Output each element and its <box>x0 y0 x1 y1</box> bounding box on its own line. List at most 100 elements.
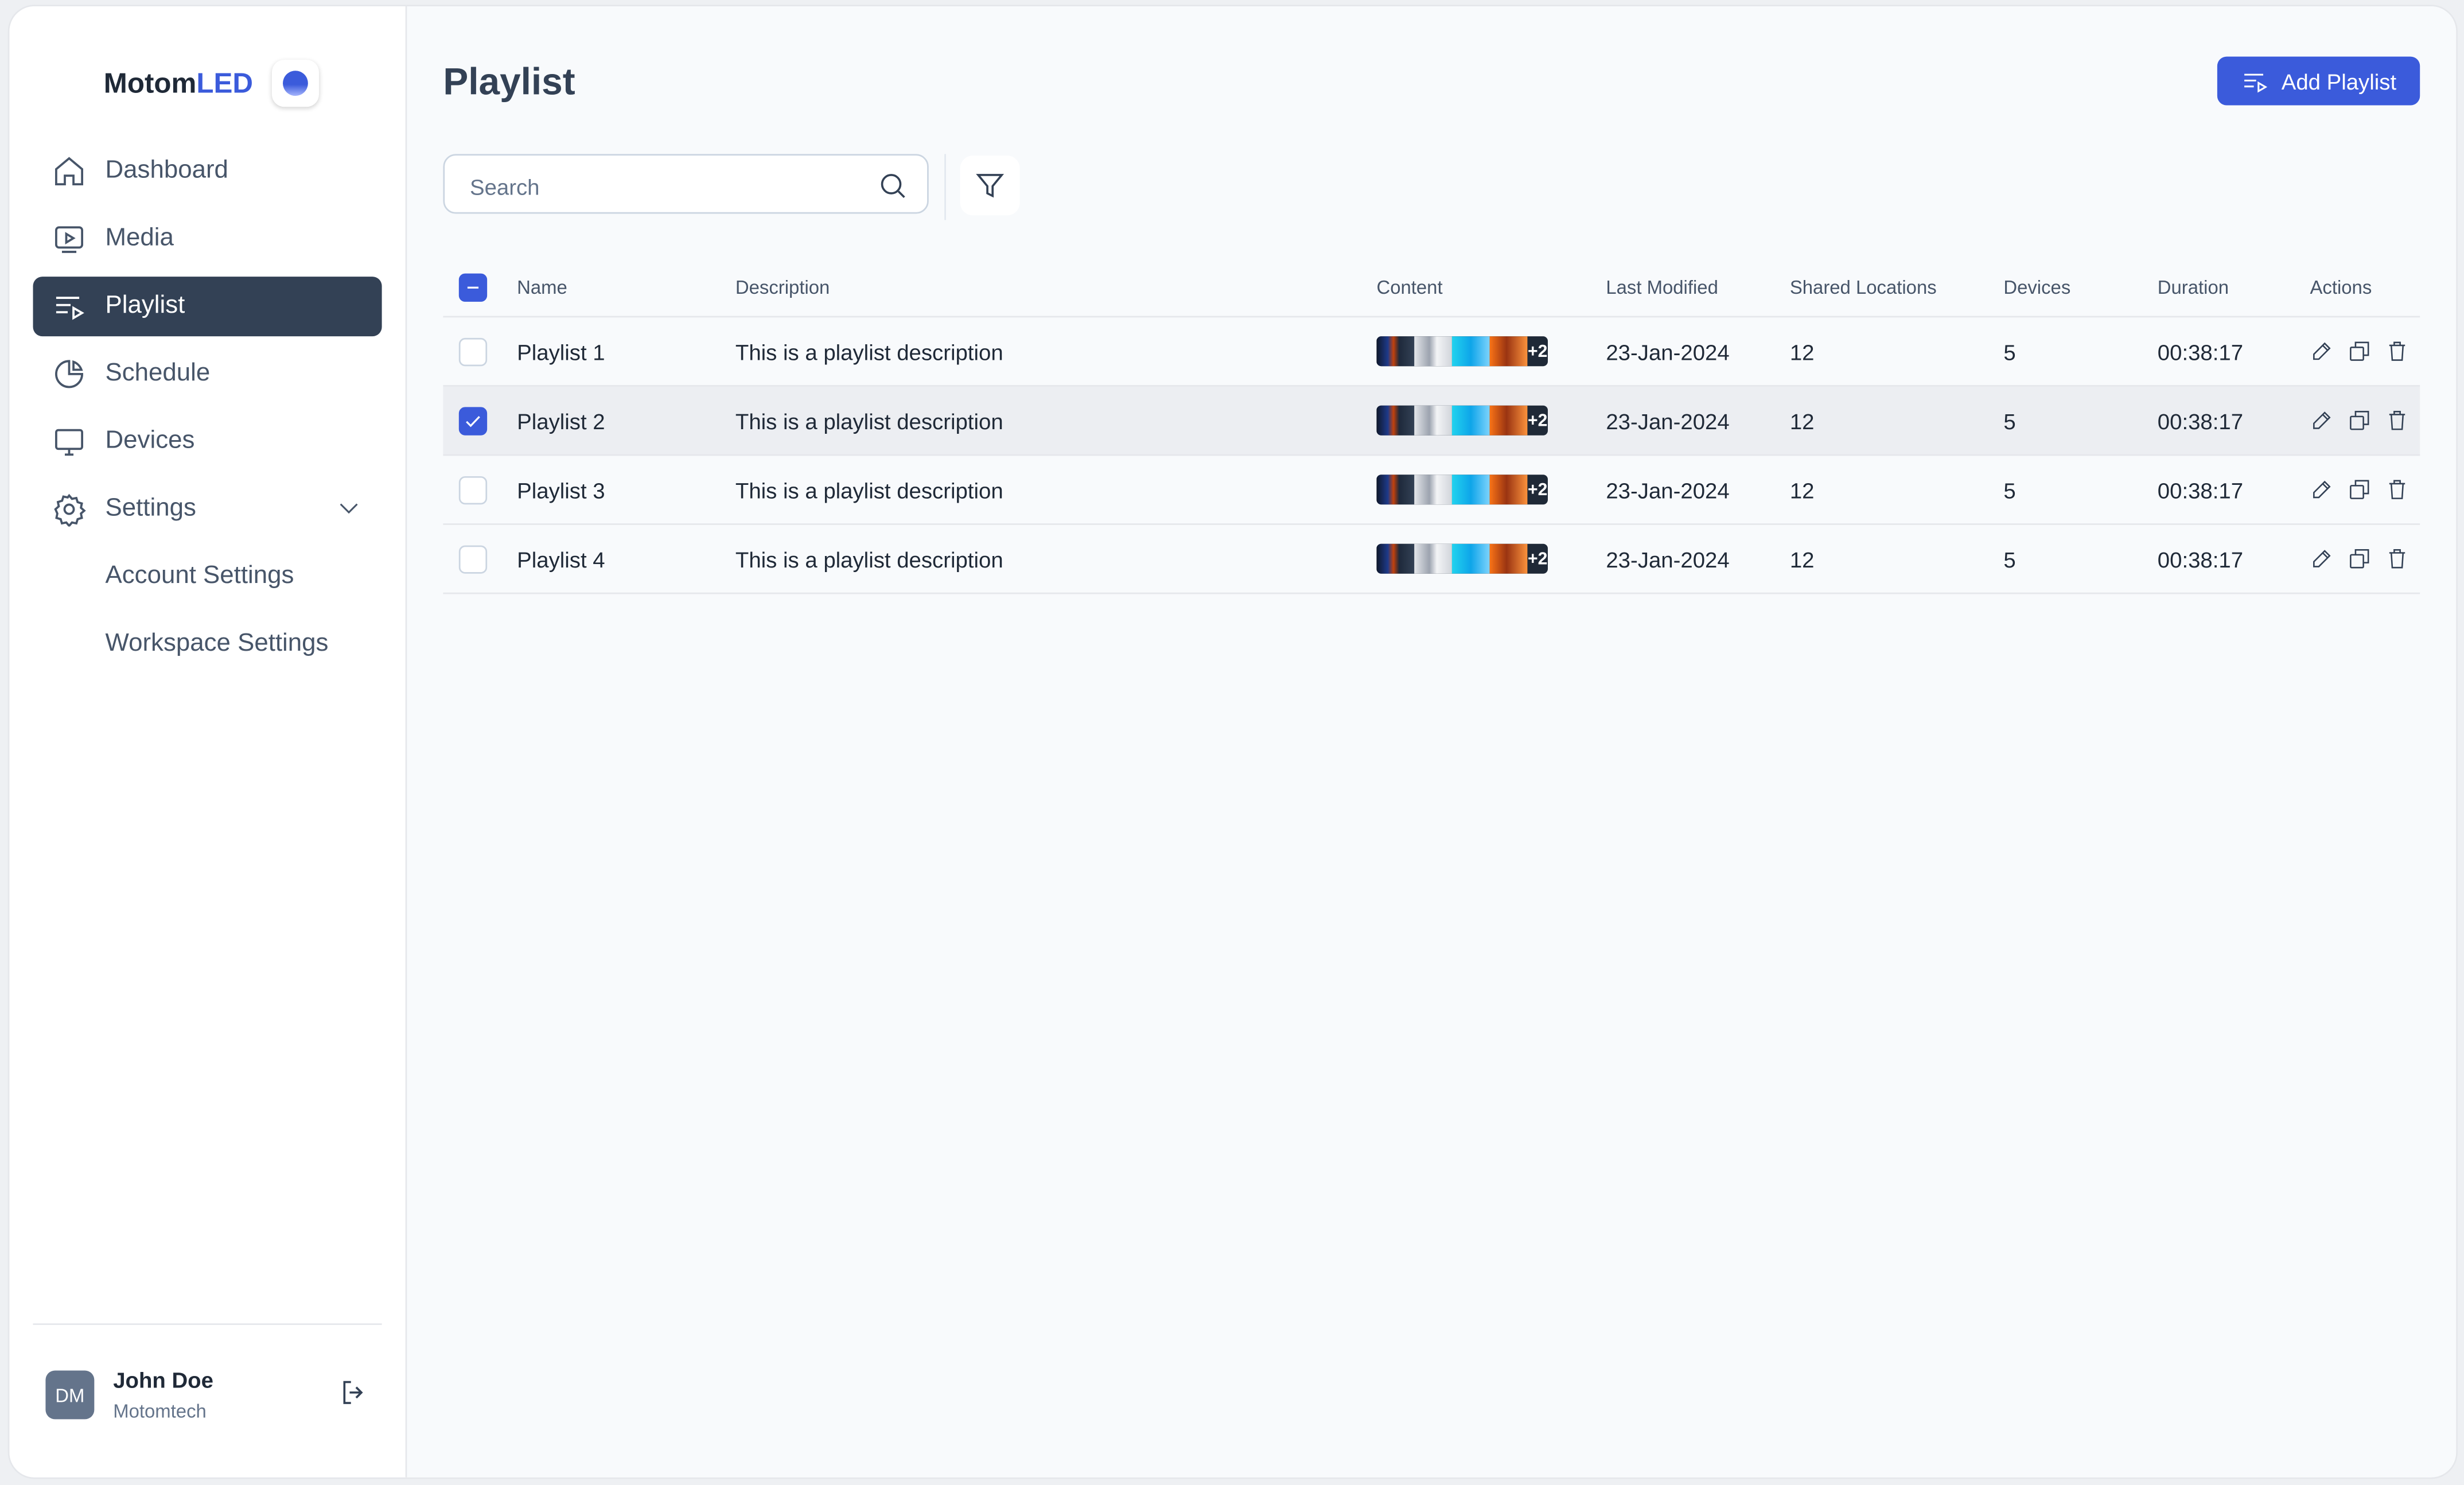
sidebar-item-dashboard[interactable]: Dashboard <box>33 142 382 201</box>
sidebar-item-label: Media <box>105 224 174 252</box>
filter-button[interactable] <box>960 156 1020 216</box>
row-content[interactable]: +2 <box>1376 387 1548 454</box>
content-more-count: +2 <box>1528 411 1548 430</box>
duplicate-icon[interactable] <box>2348 340 2371 363</box>
search-icon[interactable] <box>877 170 908 201</box>
add-playlist-label: Add Playlist <box>2281 68 2397 94</box>
user-text: John Doe Motomtech <box>113 1367 213 1422</box>
content-thumbnail-image <box>1451 543 1490 574</box>
chevron-down-icon[interactable] <box>334 493 363 522</box>
content-thumbnails: +2 <box>1376 475 1548 505</box>
table-row[interactable]: Playlist 2 This is a playlist descriptio… <box>443 386 2420 456</box>
monitor-icon <box>55 429 84 456</box>
row-checkbox[interactable] <box>458 337 488 366</box>
row-devices: 5 <box>2003 407 2016 433</box>
avatar: DM <box>45 1370 95 1420</box>
content-thumbnails: +2 <box>1376 336 1548 367</box>
content-thumbnail-image <box>1376 405 1415 436</box>
column-header-devices[interactable]: Devices <box>2003 258 2070 316</box>
content-thumbnail-image <box>1489 336 1528 367</box>
row-devices: 5 <box>2003 546 2016 572</box>
content-thumbnail-image <box>1489 543 1528 574</box>
row-checkbox-cell <box>458 525 488 593</box>
gear-icon <box>54 493 86 527</box>
sidebar-item-media[interactable]: Media <box>33 209 382 269</box>
content-thumbnail-image <box>1376 475 1415 505</box>
delete-icon[interactable] <box>2385 409 2409 432</box>
column-header-name[interactable]: Name <box>517 258 567 316</box>
playlist-add-icon <box>2244 73 2267 92</box>
column-header-actions: Actions <box>2310 275 2372 298</box>
column-header-last-modified[interactable]: Last Modified <box>1606 258 1718 316</box>
sidebar-divider <box>33 1323 382 1325</box>
delete-icon[interactable] <box>2385 547 2409 570</box>
column-header-shared-locations[interactable]: Shared Locations <box>1790 258 1937 316</box>
content-thumbnail-image <box>1414 543 1452 574</box>
edit-icon[interactable] <box>2310 547 2333 570</box>
edit-icon[interactable] <box>2310 409 2333 432</box>
row-content[interactable]: +2 <box>1376 525 1548 593</box>
edit-icon[interactable] <box>2310 340 2333 363</box>
app-window: Motom LED Dashboard Media Playlist Schedu… <box>9 6 2457 1478</box>
brand-logo[interactable]: Motom LED <box>104 60 319 107</box>
edit-icon[interactable] <box>2310 478 2333 502</box>
table-row[interactable]: Playlist 3 This is a playlist descriptio… <box>443 456 2420 525</box>
row-content[interactable]: +2 <box>1376 317 1548 385</box>
sidebar-subitem-account-settings[interactable]: Account Settings <box>33 547 382 607</box>
row-checkbox[interactable] <box>458 545 488 573</box>
column-header-description[interactable]: Description <box>735 258 830 316</box>
sidebar-subitem-workspace-settings[interactable]: Workspace Settings <box>33 615 382 674</box>
sidebar-item-label: Devices <box>105 427 195 454</box>
row-actions <box>2310 387 2409 454</box>
content-thumbnails: +2 <box>1376 405 1548 436</box>
row-duration: 00:38:17 <box>2157 477 2244 503</box>
row-shared-locations: 12 <box>1789 407 1815 433</box>
search-input[interactable] <box>466 169 850 205</box>
row-content[interactable]: +2 <box>1376 456 1548 523</box>
delete-icon[interactable] <box>2385 478 2409 502</box>
logout-icon[interactable] <box>338 1377 369 1408</box>
row-shared-locations: 12 <box>1789 339 1815 364</box>
duplicate-icon[interactable] <box>2348 409 2371 432</box>
row-checkbox-cell <box>458 387 488 454</box>
row-checkbox-cell <box>458 456 488 523</box>
row-name: Playlist 4 <box>517 546 605 572</box>
sidebar-item-settings[interactable]: Settings <box>33 479 382 539</box>
table-header: Name Description Content Last Modified S… <box>443 258 2420 318</box>
row-checkbox[interactable] <box>458 475 488 504</box>
sidebar: Motom LED Dashboard Media Playlist Schedu… <box>9 6 407 1478</box>
table-row[interactable]: Playlist 4 This is a playlist descriptio… <box>443 525 2420 594</box>
playlist-table: Name Description Content Last Modified S… <box>443 258 2420 594</box>
row-last-modified: 23-Jan-2024 <box>1606 546 1730 572</box>
row-checkbox[interactable] <box>458 406 488 435</box>
duplicate-icon[interactable] <box>2348 547 2371 570</box>
home-icon <box>55 157 84 186</box>
row-name: Playlist 3 <box>517 477 605 503</box>
duplicate-icon[interactable] <box>2348 478 2371 502</box>
content-more-count: +2 <box>1528 480 1548 499</box>
column-header-content[interactable]: Content <box>1376 258 1442 316</box>
row-checkbox-cell <box>458 317 488 385</box>
row-actions <box>2310 525 2409 593</box>
playlist-icon <box>56 297 84 320</box>
search-box <box>443 154 929 214</box>
row-duration: 00:38:17 <box>2157 407 2244 433</box>
row-last-modified: 23-Jan-2024 <box>1606 407 1730 433</box>
sidebar-item-devices[interactable]: Devices <box>33 412 382 472</box>
sidebar-item-schedule[interactable]: Schedule <box>33 344 382 404</box>
user-profile[interactable]: DM John Doe Motomtech <box>45 1367 369 1422</box>
select-all-checkbox[interactable] <box>458 273 488 301</box>
sidebar-item-playlist[interactable]: Playlist <box>33 277 382 337</box>
row-description: This is a playlist description <box>735 477 1003 503</box>
table-row[interactable]: Playlist 1 This is a playlist descriptio… <box>443 317 2420 387</box>
app-stage: Motom LED Dashboard Media Playlist Schedu… <box>0 0 2464 1485</box>
column-header-duration[interactable]: Duration <box>2158 258 2229 316</box>
content-thumbnail-image <box>1376 336 1415 367</box>
sidebar-item-label: Playlist <box>105 292 185 320</box>
row-name: Playlist 1 <box>517 339 605 364</box>
add-playlist-button[interactable]: Add Playlist <box>2217 56 2420 106</box>
delete-icon[interactable] <box>2385 340 2409 363</box>
content-more-count: +2 <box>1528 549 1548 569</box>
sidebar-item-label: Dashboard <box>105 157 228 184</box>
row-actions <box>2310 317 2409 385</box>
